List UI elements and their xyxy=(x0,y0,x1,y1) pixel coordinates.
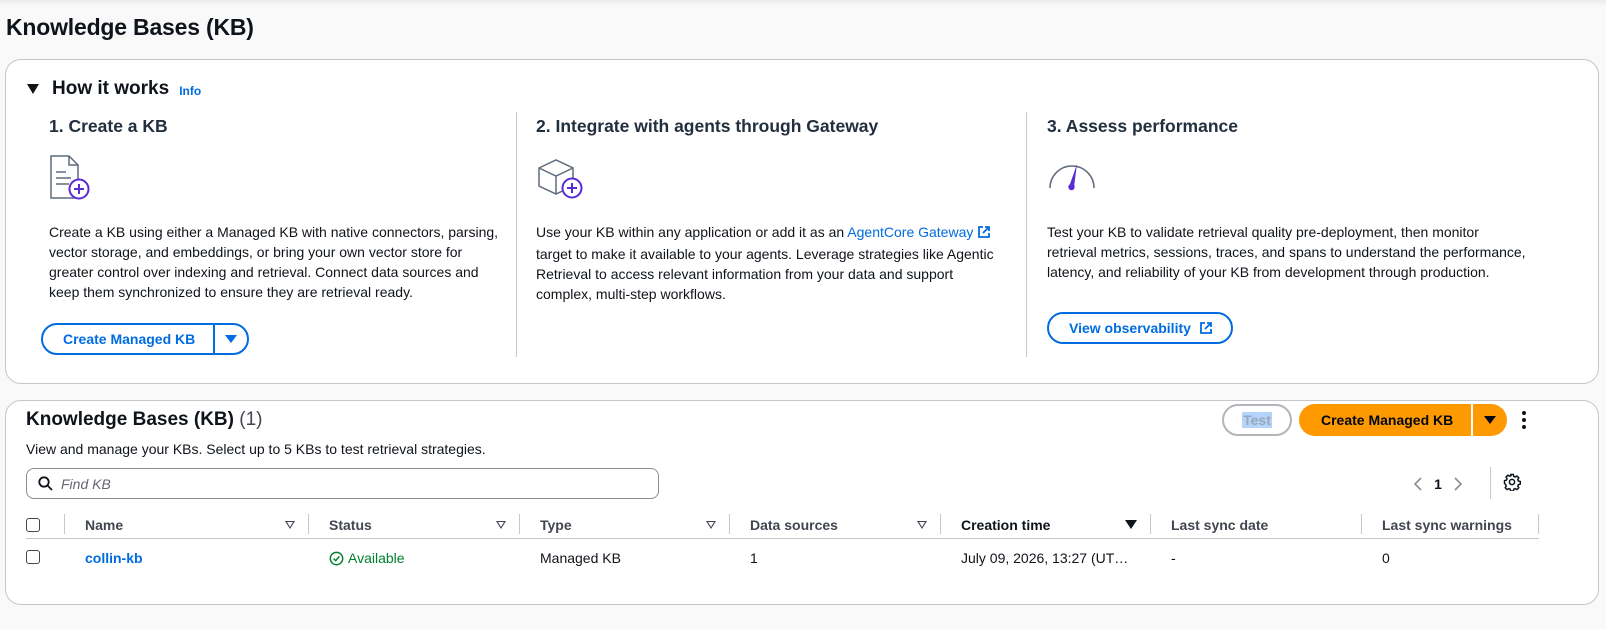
column-header-last-sync-date[interactable]: Last sync date xyxy=(1151,511,1362,539)
kb-name-link[interactable]: collin-kb xyxy=(85,550,143,566)
caret-down-icon xyxy=(225,335,238,343)
column-divider xyxy=(516,112,517,357)
top-shadow xyxy=(0,0,1606,6)
row-checkbox[interactable] xyxy=(26,549,40,564)
column-label: Data sources xyxy=(750,516,838,533)
last-sync-date-text: - xyxy=(1171,550,1176,567)
cell-type: Managed KB xyxy=(520,539,730,578)
kb-count: (1) xyxy=(239,409,263,430)
column-label: Last sync warnings xyxy=(1382,516,1512,533)
data-sources-text: 1 xyxy=(750,550,758,567)
column-header-creation-time[interactable]: Creation time xyxy=(941,511,1151,539)
column-label: Creation time xyxy=(961,516,1051,533)
sort-descending-icon[interactable] xyxy=(1125,520,1137,529)
description-text: target to make it available to your agen… xyxy=(536,246,994,302)
gear-icon[interactable] xyxy=(1503,473,1522,496)
step-integrate-gateway: 2. Integrate with agents through Gateway… xyxy=(536,116,1006,302)
cell-creation-time: July 09, 2026, 13:27 (UT… xyxy=(941,539,1151,578)
sort-icon[interactable] xyxy=(706,520,716,529)
column-header-status[interactable]: Status xyxy=(309,511,520,539)
create-options-dropdown[interactable] xyxy=(215,325,247,353)
create-managed-kb-primary-split-button[interactable]: Create Managed KB xyxy=(1299,404,1508,436)
chevron-right-icon[interactable] xyxy=(1448,477,1468,491)
step-title: 2. Integrate with agents through Gateway xyxy=(536,116,879,136)
status-text: Available xyxy=(348,550,405,567)
column-header-name[interactable]: Name xyxy=(65,511,309,539)
gauge-icon xyxy=(1047,154,1097,209)
kb-list-title: Knowledge Bases (KB) (1) xyxy=(26,409,263,431)
how-it-works-header[interactable]: How it works Info xyxy=(27,78,201,100)
create-primary-dropdown[interactable] xyxy=(1473,404,1507,436)
step-assess-performance: 3. Assess performance Test your KB to va… xyxy=(1047,116,1527,280)
column-header-last-sync-warnings[interactable]: Last sync warnings xyxy=(1362,511,1539,539)
sort-icon[interactable] xyxy=(496,520,506,529)
step-description: Test your KB to validate retrieval quali… xyxy=(1047,224,1526,280)
caret-down-icon xyxy=(1484,416,1497,424)
kb-list-description: View and manage your KBs. Select up to 5… xyxy=(26,441,486,457)
sort-icon[interactable] xyxy=(917,520,927,529)
table-row[interactable]: collin-kb Available Managed KB 1 July 09… xyxy=(26,539,1539,578)
create-managed-kb-primary-button[interactable]: Create Managed KB xyxy=(1299,404,1474,436)
table-header-row: Name Status Type Data sources Creation t… xyxy=(26,511,1539,539)
cell-name: collin-kb xyxy=(65,539,309,578)
search-input[interactable] xyxy=(61,475,621,492)
search-icon xyxy=(38,476,53,491)
view-observability-button[interactable]: View observability xyxy=(1047,312,1233,344)
test-label[interactable]: Test xyxy=(1242,412,1272,428)
select-all-checkbox[interactable] xyxy=(26,517,40,532)
kb-list-title-text: Knowledge Bases (KB) xyxy=(26,409,234,430)
creation-time-text: July 09, 2026, 13:27 (UT… xyxy=(961,550,1129,567)
check-circle-icon xyxy=(329,551,344,566)
info-link[interactable]: Info xyxy=(179,84,201,98)
type-text: Managed KB xyxy=(540,550,621,567)
column-label: Status xyxy=(329,516,372,533)
column-label: Name xyxy=(85,516,124,533)
row-select-cell xyxy=(26,539,65,578)
test-button[interactable]: Test xyxy=(1222,404,1292,436)
external-link-icon xyxy=(1199,321,1213,335)
step-title: 3. Assess performance xyxy=(1047,116,1238,136)
step-create-kb: 1. Create a KB Create a KB using either … xyxy=(49,116,499,300)
page-title: Knowledge Bases (KB) xyxy=(6,14,254,40)
kb-table: Name Status Type Data sources Creation t… xyxy=(26,511,1539,578)
external-link-icon xyxy=(977,224,991,244)
more-actions-icon[interactable] xyxy=(1518,411,1530,429)
link-label[interactable]: AgentCore Gateway xyxy=(847,224,973,240)
sort-icon[interactable] xyxy=(285,520,295,529)
how-it-works-panel: How it works Info 1. Create a KB Create … xyxy=(5,59,1599,384)
column-header-data-sources[interactable]: Data sources xyxy=(730,511,941,539)
page-number[interactable]: 1 xyxy=(1428,476,1448,492)
column-label: Type xyxy=(540,516,572,533)
cell-last-sync-warnings: 0 xyxy=(1362,539,1539,578)
pagination-divider xyxy=(1490,467,1491,499)
status-badge: Available xyxy=(309,550,520,566)
search-field[interactable] xyxy=(26,468,659,499)
step-description: Use your KB within any application or ad… xyxy=(536,222,1006,304)
description-text: Use your KB within any application or ad… xyxy=(536,224,848,240)
caret-down-icon[interactable] xyxy=(27,84,39,94)
last-sync-warnings-text: 0 xyxy=(1382,550,1390,567)
step-description: Create a KB using either a Managed KB wi… xyxy=(49,224,499,300)
column-divider xyxy=(1026,112,1027,357)
chevron-left-icon[interactable] xyxy=(1408,477,1428,491)
step-title: 1. Create a KB xyxy=(49,116,168,136)
select-all-header xyxy=(26,511,65,539)
kb-list-panel: Knowledge Bases (KB) (1) View and manage… xyxy=(5,400,1599,605)
create-managed-kb-split-button[interactable]: Create Managed KB xyxy=(41,323,250,355)
agentcore-gateway-link[interactable]: AgentCore Gateway xyxy=(847,224,991,240)
pagination: 1 xyxy=(1408,474,1468,494)
column-header-type[interactable]: Type xyxy=(520,511,730,539)
cell-last-sync-date: - xyxy=(1151,539,1362,578)
create-managed-kb-button[interactable]: Create Managed KB xyxy=(43,325,216,353)
column-label: Last sync date xyxy=(1171,516,1269,533)
button-label[interactable]: View observability xyxy=(1069,320,1191,336)
document-add-icon xyxy=(49,154,93,209)
cell-data-sources: 1 xyxy=(730,539,941,578)
cube-add-icon xyxy=(536,154,586,209)
cell-status: Available xyxy=(309,539,520,578)
how-it-works-title: How it works xyxy=(52,78,170,99)
